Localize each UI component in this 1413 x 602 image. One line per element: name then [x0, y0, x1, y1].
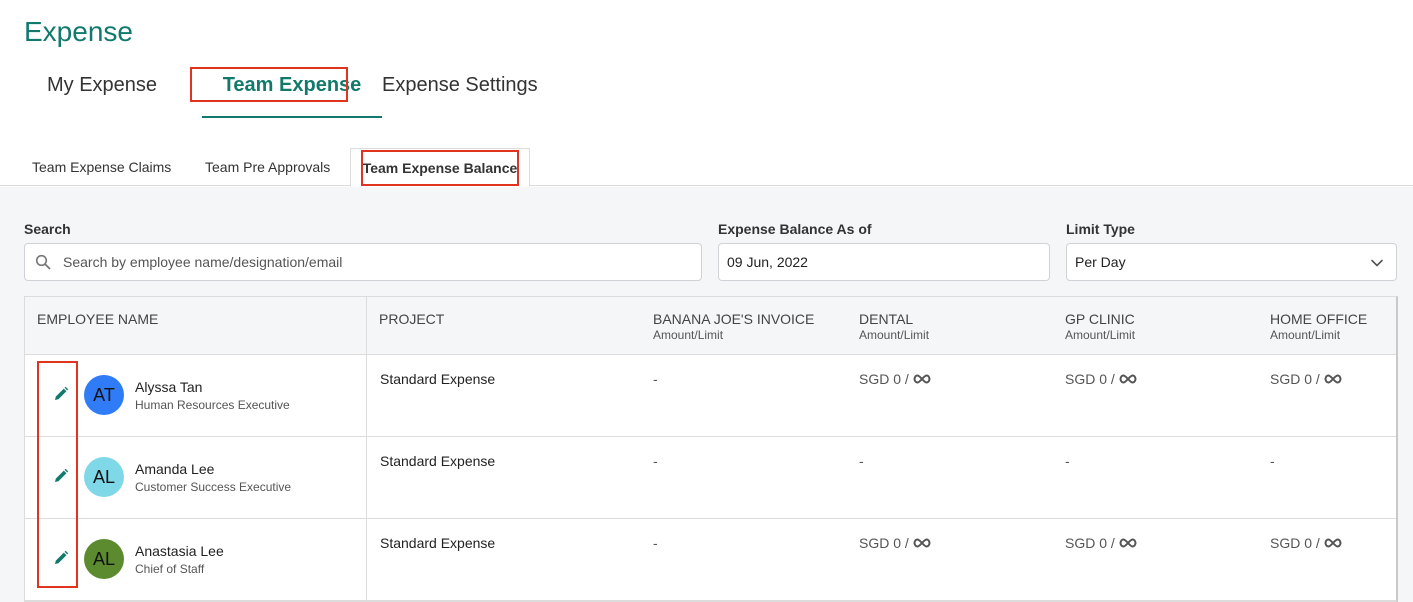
- column-header-employee-name: EMPLOYEE NAME: [37, 311, 159, 327]
- subtab-team-pre-approvals[interactable]: Team Pre Approvals: [205, 148, 330, 186]
- limit-type-select[interactable]: Per Day: [1066, 243, 1397, 281]
- infinity-icon: [1324, 538, 1342, 548]
- infinity-icon: [1324, 374, 1342, 384]
- infinity-icon: [1119, 374, 1137, 384]
- infinity-icon: [1119, 538, 1137, 548]
- chevron-down-icon: [1371, 259, 1383, 267]
- subtab-team-expense-claims[interactable]: Team Expense Claims: [32, 148, 171, 186]
- search-placeholder: Search by employee name/designation/emai…: [63, 254, 343, 270]
- dental-cell: SGD 0 /: [859, 535, 931, 551]
- employee-designation: Customer Success Executive: [135, 480, 292, 494]
- pencil-icon[interactable]: [52, 385, 70, 403]
- project-cell: Standard Expense: [380, 453, 496, 469]
- employee-designation: Chief of Staff: [135, 562, 205, 576]
- balance-table: EMPLOYEE NAME PROJECT BANANA JOE'S INVOI…: [24, 296, 1398, 602]
- table-row: AL Anastasia Lee Chief of Staff Standard…: [25, 519, 1396, 601]
- pencil-icon[interactable]: [52, 549, 70, 567]
- balance-as-of-date-input[interactable]: 09 Jun, 2022: [718, 243, 1050, 281]
- pencil-icon[interactable]: [52, 467, 70, 485]
- avatar: AL: [84, 539, 124, 579]
- home-office-cell: SGD 0 /: [1270, 535, 1342, 551]
- page-title: Expense: [24, 16, 133, 47]
- infinity-icon: [913, 374, 931, 384]
- project-cell: Standard Expense: [380, 535, 496, 551]
- home-office-cell: SGD 0 /: [1270, 371, 1342, 387]
- column-header-dental: DENTAL Amount/Limit: [859, 311, 930, 342]
- gp-clinic-cell: SGD 0 /: [1065, 371, 1137, 387]
- project-cell: Standard Expense: [380, 371, 496, 387]
- employee-designation: Human Resources Executive: [135, 398, 290, 412]
- balance-as-of-value: 09 Jun, 2022: [727, 254, 808, 270]
- employee-name[interactable]: Alyssa Tan: [135, 379, 202, 395]
- dental-cell: -: [859, 453, 864, 469]
- limit-type-value: Per Day: [1075, 254, 1126, 270]
- table-row: AT Alyssa Tan Human Resources Executive …: [25, 355, 1396, 437]
- gp-clinic-cell: -: [1065, 453, 1070, 469]
- column-header-project: PROJECT: [379, 311, 445, 327]
- column-header-home-office: HOME OFFICE Amount/Limit: [1270, 311, 1368, 342]
- balance-as-of-label: Expense Balance As of: [718, 221, 872, 237]
- dental-cell: SGD 0 /: [859, 371, 931, 387]
- avatar: AT: [84, 375, 124, 415]
- employee-name[interactable]: Anastasia Lee: [135, 543, 224, 559]
- infinity-icon: [913, 538, 931, 548]
- tab-my-expense[interactable]: My Expense: [47, 64, 157, 118]
- search-icon: [35, 254, 51, 270]
- column-header-gp-clinic: GP CLINIC Amount/Limit: [1065, 311, 1136, 342]
- tab-team-expense[interactable]: Team Expense: [202, 64, 382, 118]
- banana-joes-invoice-cell: -: [653, 453, 658, 469]
- employee-name[interactable]: Amanda Lee: [135, 461, 214, 477]
- banana-joes-invoice-cell: -: [653, 535, 658, 551]
- tab-expense-settings[interactable]: Expense Settings: [382, 64, 538, 118]
- table-row: AL Amanda Lee Customer Success Executive…: [25, 437, 1396, 519]
- column-header-banana-joes-invoice: BANANA JOE'S INVOICE Amount/Limit: [653, 311, 815, 342]
- subtab-team-expense-balance[interactable]: Team Expense Balance: [350, 148, 530, 187]
- search-input[interactable]: Search by employee name/designation/emai…: [24, 243, 702, 281]
- home-office-cell: -: [1270, 453, 1275, 469]
- avatar: AL: [84, 457, 124, 497]
- limit-type-label: Limit Type: [1066, 221, 1135, 237]
- search-label: Search: [24, 221, 71, 237]
- sub-tabs: Team Expense Claims Team Pre Approvals T…: [0, 148, 1413, 187]
- table-header: EMPLOYEE NAME PROJECT BANANA JOE'S INVOI…: [25, 297, 1396, 355]
- banana-joes-invoice-cell: -: [653, 371, 658, 387]
- gp-clinic-cell: SGD 0 /: [1065, 535, 1137, 551]
